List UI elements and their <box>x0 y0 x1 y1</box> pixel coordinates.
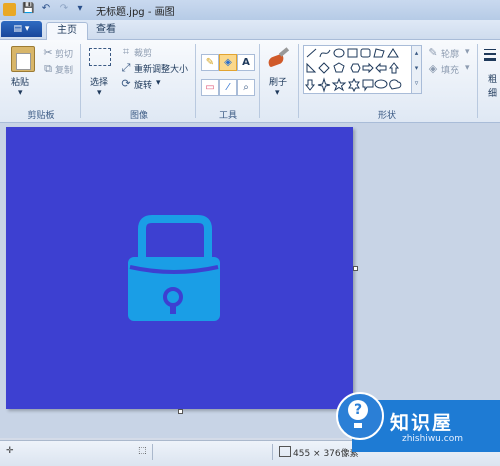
image-group-label: 图像 <box>129 111 148 121</box>
five-point-star-shape-icon <box>331 77 347 92</box>
rectangle-shape-icon <box>347 48 358 58</box>
oval-shape-icon <box>333 48 345 58</box>
diamond-shape-icon <box>318 62 330 74</box>
fill-button[interactable]: 填充 <box>441 63 459 76</box>
lock-icon <box>128 215 220 321</box>
size-label-2: 细 <box>488 89 498 99</box>
copy-button[interactable]: 复制 <box>55 63 73 76</box>
paste-dropdown-icon[interactable]: ▾ <box>18 88 23 98</box>
outline-button[interactable]: 轮廓 <box>441 47 459 60</box>
crop-icon: ⌗ <box>122 45 130 58</box>
rotate-dropdown-icon[interactable]: ▾ <box>156 78 161 88</box>
select-dropdown-icon[interactable]: ▾ <box>97 88 102 98</box>
crop-button[interactable]: 裁剪 <box>134 46 152 59</box>
group-separator <box>298 44 299 118</box>
clipboard-group-label: 剪贴板 <box>27 111 55 121</box>
copy-icon: ⧉ <box>44 62 52 75</box>
select-icon[interactable] <box>89 48 111 66</box>
resize-handle-bottom[interactable] <box>178 409 183 414</box>
six-point-star-shape-icon <box>348 77 360 93</box>
right-triangle-shape-icon <box>306 62 317 73</box>
status-divider <box>272 444 273 460</box>
resize-handle-right[interactable] <box>353 266 358 271</box>
shapes-group-label: 形状 <box>377 111 396 121</box>
select-button[interactable]: 选择 <box>90 75 108 88</box>
paint-app-icon[interactable] <box>3 3 16 16</box>
four-point-star-shape-icon <box>317 77 331 93</box>
tab-home[interactable]: 主页 <box>46 22 88 40</box>
file-menu-button[interactable]: ▤ ▾ <box>1 21 42 37</box>
pencil-icon[interactable]: ✎ <box>201 54 219 71</box>
tools-group-label: 工具 <box>218 111 237 121</box>
status-divider <box>152 444 153 460</box>
pentagon-shape-icon <box>333 62 345 73</box>
color-picker-icon[interactable]: ⁄ <box>219 79 237 96</box>
arrow-up-shape-icon <box>388 62 400 74</box>
rotate-button[interactable]: 旋转 <box>134 78 152 91</box>
polygon-shape-icon <box>373 48 385 58</box>
arrow-right-shape-icon <box>362 62 374 74</box>
group-separator <box>259 44 260 118</box>
magnifier-icon[interactable]: ⌕ <box>237 79 255 96</box>
outline-icon: ✎ <box>428 46 438 59</box>
cloud-callout-shape-icon <box>389 79 402 90</box>
arrow-down-shape-icon <box>304 79 316 91</box>
outline-dropdown-icon[interactable]: ▾ <box>465 47 470 57</box>
brush-icon[interactable] <box>266 46 290 70</box>
oval-callout-shape-icon <box>374 79 388 89</box>
text-icon[interactable]: A <box>237 54 255 71</box>
brushes-button[interactable]: 刷子 <box>269 75 287 88</box>
customize-toolbar-chevron-icon[interactable]: ▾ <box>74 3 86 15</box>
cursor-position-icon: ✛ <box>6 446 14 456</box>
window-title: 无标题.jpg - 画图 <box>96 7 175 18</box>
redo-icon[interactable]: ↷ <box>58 3 70 15</box>
paste-icon[interactable] <box>11 46 35 72</box>
brushes-dropdown-icon[interactable]: ▾ <box>275 88 280 98</box>
watermark-title: 知识屋 <box>390 412 454 434</box>
resize-button[interactable]: 重新调整大小 <box>134 62 188 75</box>
rotate-icon: ⟳ <box>121 77 131 90</box>
group-separator <box>195 44 196 118</box>
watermark-url: zhishiwu.com <box>402 434 463 444</box>
group-separator <box>80 44 81 118</box>
image-size-readout: 455 × 376像素 <box>293 449 359 459</box>
size-label-1: 粗 <box>488 75 498 85</box>
group-separator <box>477 44 478 118</box>
shapes-gallery[interactable] <box>303 45 412 94</box>
shapes-gallery-scrollbar[interactable]: ▴ ▾ ▿ <box>411 45 422 94</box>
image-size-icon <box>279 446 291 457</box>
eraser-icon[interactable]: ▭ <box>201 79 219 96</box>
cut-icon: ✂ <box>43 46 53 59</box>
watermark-help-icon: ? <box>336 392 384 440</box>
undo-icon[interactable]: ↶ <box>40 3 52 15</box>
tab-view[interactable]: 查看 <box>88 22 124 39</box>
speech-bubble-shape-icon <box>362 79 374 92</box>
arrow-left-shape-icon <box>375 62 387 74</box>
size-icon[interactable] <box>484 47 496 61</box>
triangle-shape-icon <box>387 48 399 58</box>
hexagon-shape-icon <box>350 63 361 73</box>
cut-button[interactable]: 剪切 <box>55 47 73 60</box>
fill-bucket-icon[interactable]: ◈ <box>219 54 237 71</box>
save-icon[interactable]: 💾 <box>22 3 34 15</box>
selection-size-icon: ⬚ <box>138 446 147 456</box>
fill-dropdown-icon[interactable]: ▾ <box>465 63 470 73</box>
paste-button[interactable]: 粘贴 <box>11 75 29 88</box>
fill-icon: ◈ <box>428 62 438 75</box>
line-shape-icon <box>306 48 317 58</box>
drawing-canvas[interactable] <box>6 127 353 409</box>
curve-shape-icon <box>319 49 331 58</box>
rounded-rectangle-shape-icon <box>360 48 371 58</box>
resize-icon: ⤢ <box>121 61 131 74</box>
